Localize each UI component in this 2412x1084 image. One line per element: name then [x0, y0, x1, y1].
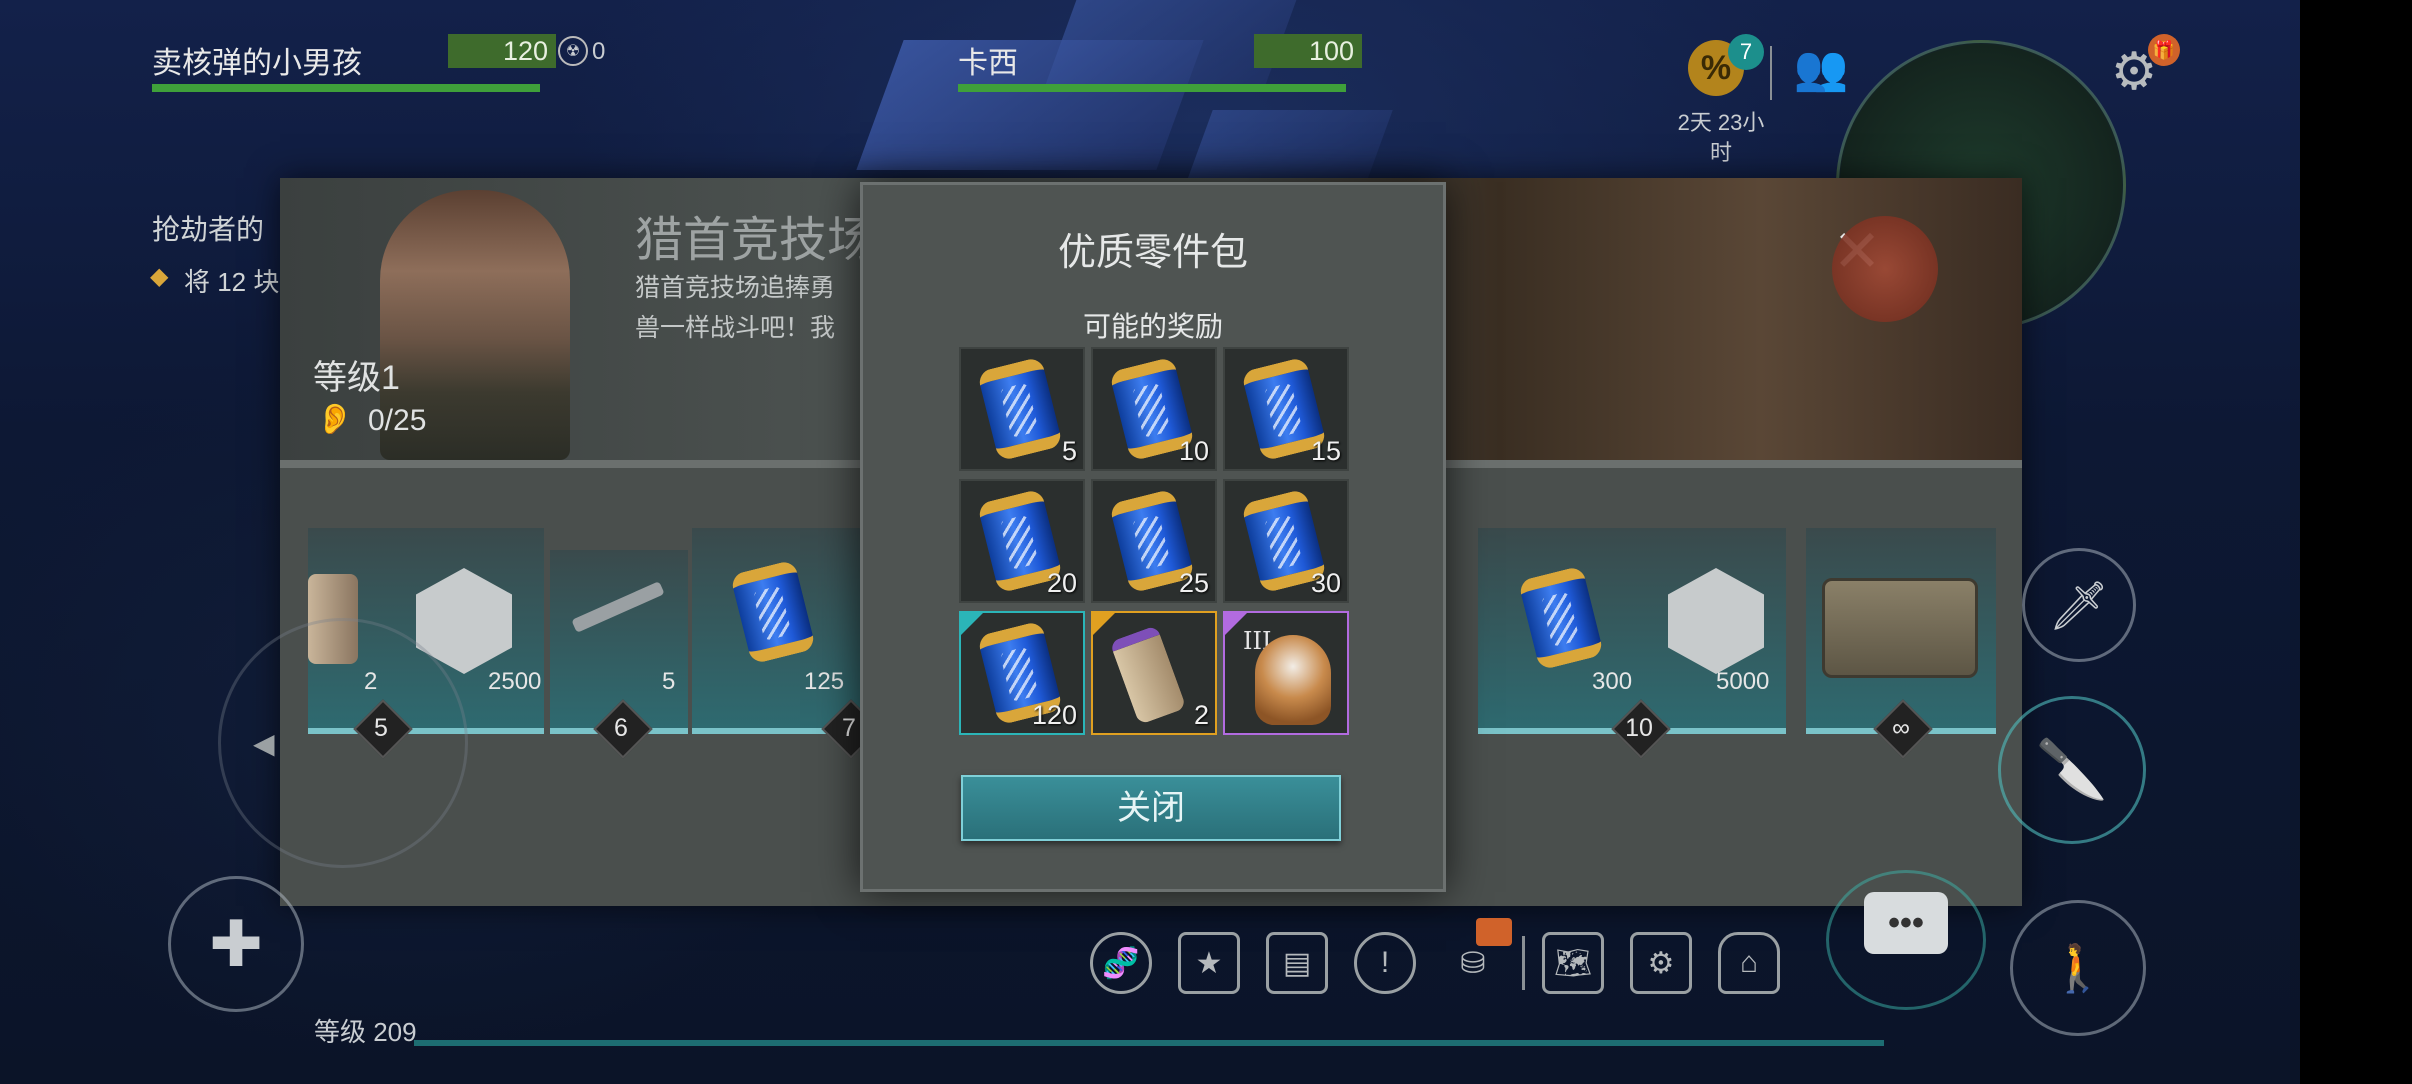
dna-capsule-icon: [1517, 565, 1605, 671]
arena-desc-2: 兽一样战斗吧！我: [635, 314, 836, 342]
tier-count: 2500: [488, 668, 542, 695]
player2-hp: 100: [1254, 34, 1362, 68]
chat-icon[interactable]: •••: [1864, 892, 1948, 954]
badge-icon[interactable]: ★: [1178, 932, 1240, 994]
reward-slot[interactable]: 20: [959, 479, 1085, 603]
quest-title: 抢劫者的: [152, 214, 265, 245]
arena-token-icon: [1668, 568, 1764, 674]
machete-button[interactable]: 🗡: [2022, 548, 2136, 662]
rifle-scope-icon: [571, 581, 665, 633]
backpack-icon[interactable]: ⌂: [1718, 932, 1780, 994]
rarity-corner: [1093, 613, 1115, 635]
tier-number: 10: [1625, 714, 1653, 742]
tier-count: 5000: [1716, 668, 1770, 695]
reward-slot[interactable]: 30: [1223, 479, 1349, 603]
skull-sign-icon: [1832, 216, 1938, 322]
player1-hp-bar: [152, 84, 540, 92]
arena-desc-1: 猎首竞技场追捧勇: [635, 274, 836, 302]
quest-line: 将 12 块: [184, 267, 280, 297]
alert-icon[interactable]: !: [1354, 932, 1416, 994]
reward-slot[interactable]: 15: [1223, 347, 1349, 471]
reward-slot-epic[interactable]: III: [1223, 611, 1349, 735]
event-timer: 2天 23小时: [1677, 110, 1765, 165]
clipboard-icon[interactable]: ▤: [1266, 932, 1328, 994]
reward-slot[interactable]: 10: [1091, 347, 1217, 471]
close-button[interactable]: 关闭: [961, 775, 1341, 841]
tier-card[interactable]: 125: [692, 528, 862, 734]
player2-name: 卡西: [958, 47, 1018, 80]
toolbar-divider: [1522, 936, 1525, 990]
ear-icon: 👂: [316, 403, 354, 436]
xp-bar: [414, 1040, 1884, 1046]
dialog-subtitle: 可能的奖励: [1082, 311, 1223, 342]
player1-hp: 120: [448, 34, 556, 68]
reward-qty: 15: [1310, 436, 1341, 466]
attack-button[interactable]: 🔪: [1998, 696, 2146, 844]
tier-number: 6: [614, 714, 628, 742]
reward-slot-rare[interactable]: 2: [1091, 611, 1217, 735]
video-badge-icon: [1476, 918, 1512, 946]
friends-icon[interactable]: 👥: [1790, 40, 1852, 96]
joystick[interactable]: ◀: [218, 618, 468, 868]
reward-qty: 5: [1061, 436, 1077, 466]
tier-count: 300: [1592, 668, 1633, 695]
arena-title: 猎首竞技场: [635, 214, 876, 267]
promo-badge: 7: [1728, 34, 1764, 70]
dog-icon: [1255, 635, 1331, 725]
player2-hp-bar: [958, 84, 1346, 92]
crouch-button[interactable]: 🚶: [2010, 900, 2146, 1036]
player1-badge-count: 0: [592, 38, 606, 65]
rarity-corner: [961, 613, 983, 635]
map-icon[interactable]: 🗺: [1542, 932, 1604, 994]
player1-name: 卖核弹的小男孩: [152, 47, 362, 80]
gift-icon: 🎁: [2148, 34, 2180, 66]
reward-qty: 30: [1310, 568, 1341, 598]
skull-icon: ☢: [558, 36, 588, 66]
tier-card[interactable]: 300 5000: [1480, 528, 1786, 734]
quest-bullet-icon: ◆: [150, 263, 169, 290]
player-level: 等级 209: [314, 1017, 417, 1047]
dna-icon[interactable]: 🧬: [1090, 932, 1152, 994]
screen-edge-bar: [2300, 0, 2412, 1084]
dna-capsule-icon: [729, 559, 817, 665]
hud-divider: [1770, 46, 1772, 100]
safe-icon[interactable]: ⚙: [1630, 932, 1692, 994]
reward-qty: 2: [1193, 700, 1209, 730]
tier-count: 125: [804, 668, 845, 695]
reward-dialog: 优质零件包 可能的奖励 5 10 15 20 25 30 120 2 III 关…: [860, 182, 1446, 892]
chevron-left-icon: ◀: [253, 727, 275, 759]
arena-progress: 0/25: [368, 404, 427, 437]
reward-slot[interactable]: 25: [1091, 479, 1217, 603]
reward-qty: 120: [1031, 700, 1077, 730]
reward-slot-uncommon[interactable]: 120: [959, 611, 1085, 735]
scroll-tube-icon: [1109, 625, 1187, 725]
dialog-title: 优质零件包: [1057, 232, 1248, 274]
reward-qty: 10: [1178, 436, 1209, 466]
tier-number: ∞: [1892, 714, 1910, 742]
heal-button[interactable]: ✚: [168, 876, 304, 1012]
crate-icon: [1822, 578, 1978, 678]
tier-count: 5: [662, 668, 676, 695]
reward-qty: 25: [1178, 568, 1209, 598]
reward-qty: 20: [1046, 568, 1077, 598]
dna-capsule-icon: [976, 356, 1064, 462]
rooftop: [1187, 110, 1393, 180]
reward-slot[interactable]: 5: [959, 347, 1085, 471]
arena-level: 等级1: [313, 359, 400, 397]
